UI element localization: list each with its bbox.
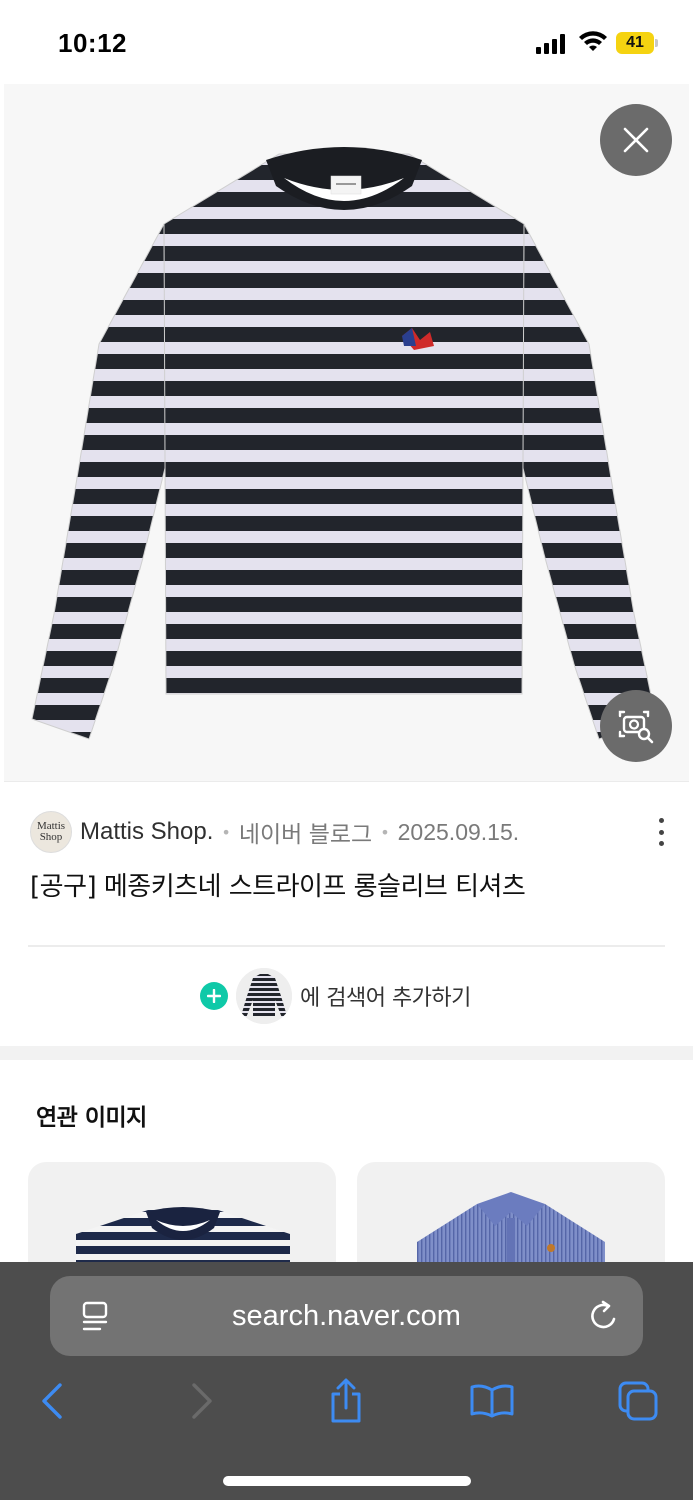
image-search-icon xyxy=(618,710,654,744)
source-name[interactable]: Mattis Shop. xyxy=(80,818,213,846)
back-button[interactable] xyxy=(28,1376,76,1426)
divider xyxy=(28,945,665,947)
source-platform: 네이버 블로그 xyxy=(238,821,373,847)
result-title[interactable]: [공구] 메종키츠네 스트라이프 롱슬리브 티셔츠 xyxy=(30,866,670,903)
share-icon xyxy=(331,1378,361,1423)
reload-icon[interactable] xyxy=(588,1299,620,1333)
book-icon xyxy=(470,1384,514,1418)
close-icon xyxy=(623,127,649,153)
product-image[interactable] xyxy=(4,84,689,782)
home-indicator xyxy=(223,1476,471,1486)
separator-dot: • xyxy=(221,822,231,842)
more-dot xyxy=(658,841,664,846)
source-date: 2025.09.15. xyxy=(397,818,520,845)
chevron-right-icon xyxy=(192,1383,212,1419)
forward-button[interactable] xyxy=(178,1376,226,1426)
image-search-button[interactable] xyxy=(600,690,672,762)
share-button[interactable] xyxy=(322,1376,370,1426)
plus-icon xyxy=(200,982,228,1010)
page-menu-icon[interactable] xyxy=(80,1300,110,1332)
source-logo-line2: Shop xyxy=(39,831,63,843)
wifi-icon xyxy=(579,31,607,51)
url-text[interactable]: search.naver.com xyxy=(50,1276,643,1356)
signal-icon xyxy=(536,34,565,54)
address-bar[interactable]: search.naver.com xyxy=(50,1276,643,1356)
striped-shirt-image xyxy=(31,147,657,740)
status-bar: 10:12 41 xyxy=(0,0,693,84)
more-options-button[interactable] xyxy=(652,818,670,846)
battery-icon: 41 xyxy=(616,32,658,54)
more-dot xyxy=(658,818,664,823)
separator-dot: • xyxy=(380,822,390,842)
chevron-left-icon xyxy=(42,1383,62,1419)
related-images-title: 연관 이미지 xyxy=(36,1105,147,1131)
query-thumbnail xyxy=(236,968,292,1024)
close-button[interactable] xyxy=(600,104,672,176)
source-logo: Mattis Shop xyxy=(30,811,72,853)
add-search-label: 에 검색어 추가하기 xyxy=(300,986,471,1011)
more-dot xyxy=(658,829,664,835)
bookmarks-button[interactable] xyxy=(468,1376,516,1426)
battery-level: 41 xyxy=(626,34,644,51)
tabs-icon xyxy=(618,1381,658,1421)
section-gap xyxy=(0,1046,693,1060)
result-source[interactable]: Mattis Shop Mattis Shop. • 네이버 블로그 • 202… xyxy=(30,810,670,854)
tabs-button[interactable] xyxy=(614,1376,662,1426)
add-search-term-button[interactable]: 에 검색어 추가하기 xyxy=(200,966,471,1026)
status-time: 10:12 xyxy=(58,28,127,58)
